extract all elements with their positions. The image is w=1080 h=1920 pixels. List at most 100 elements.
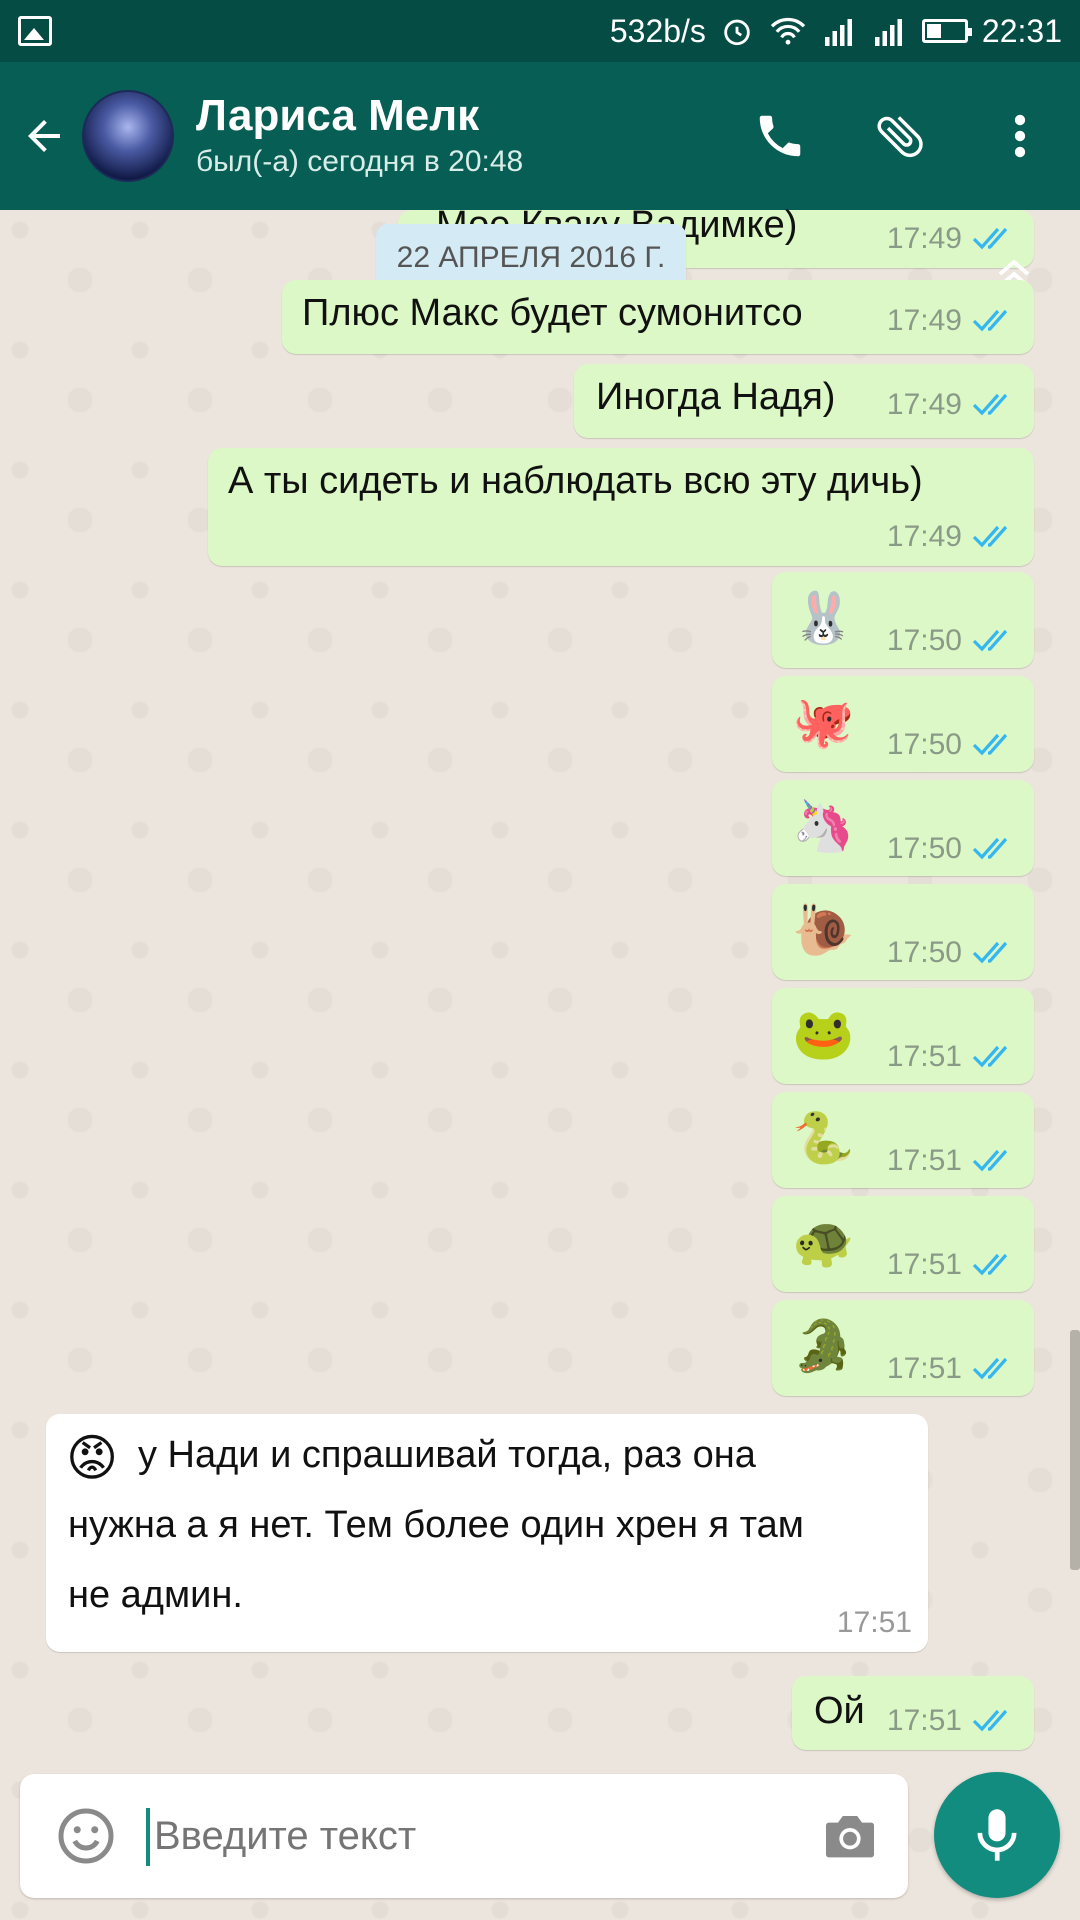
more-vert-icon — [1014, 114, 1026, 158]
camera-icon[interactable] — [818, 1804, 882, 1868]
message-bubble-emoji[interactable]: 🐌 17:50 — [772, 884, 1034, 980]
more-options-button[interactable] — [960, 86, 1080, 186]
read-ticks-icon — [972, 525, 1008, 548]
message-meta: 17:49 — [887, 388, 1016, 422]
snail-emoji: 🐌 — [792, 902, 855, 958]
back-button[interactable] — [6, 86, 82, 186]
message-bubble-emoji[interactable]: 🐙 17:50 — [772, 676, 1034, 772]
message-bubble-incoming[interactable]: 😡 у Нади и спрашивай тогда, раз она нужн… — [46, 1414, 928, 1652]
angry-face-emoji: 😡 — [66, 1430, 119, 1486]
battery-icon — [921, 19, 972, 43]
wifi-icon — [770, 17, 806, 45]
message-meta: 17:51 — [887, 1352, 1016, 1386]
chat-scrollbar[interactable] — [1070, 1330, 1080, 1570]
unicorn-emoji: 🦄 — [792, 798, 855, 854]
message-time: 17:51 — [836, 1606, 912, 1639]
message-bubble[interactable]: Иногда Надя) 17:49 — [574, 364, 1034, 438]
paperclip-icon — [877, 116, 923, 158]
message-meta: 17:51 — [887, 1248, 1016, 1282]
message-text-line: нужна а я нет. Тем более один хрен я там — [68, 1504, 804, 1546]
message-input[interactable] — [154, 1804, 794, 1868]
message-bubble-emoji[interactable]: 🐢 17:51 — [772, 1196, 1034, 1292]
read-ticks-icon — [972, 227, 1008, 250]
contact-name: Лариса Мелк — [196, 91, 480, 140]
message-meta: 17:50 — [887, 936, 1016, 970]
message-meta: 17:51 — [887, 1040, 1016, 1074]
gallery-icon — [18, 16, 52, 46]
message-bubble-emoji[interactable]: 🐸 17:51 — [772, 988, 1034, 1084]
read-ticks-icon — [972, 1149, 1008, 1172]
message-time: 17:51 — [886, 1248, 962, 1281]
emoji-icon[interactable] — [56, 1806, 116, 1866]
mic-icon — [977, 1809, 1017, 1861]
text-cursor — [146, 1808, 150, 1866]
message-time: 17:50 — [886, 936, 962, 969]
message-bubble-emoji[interactable]: 🐰 17:50 — [772, 572, 1034, 668]
message-meta: 17:51 — [887, 1144, 1016, 1178]
chat-header: Лариса Мелк был(-а) сегодня в 20:48 — [0, 62, 1080, 210]
bunny-emoji: 🐰 — [792, 590, 855, 646]
message-bubble[interactable]: Плюс Макс будет сумонитсо 17:49 — [282, 280, 1034, 354]
read-ticks-icon — [972, 309, 1008, 332]
snake-emoji: 🐍 — [792, 1110, 855, 1166]
read-ticks-icon — [972, 941, 1008, 964]
message-meta: 17:50 — [887, 728, 1016, 762]
message-text: Ой — [814, 1690, 865, 1732]
read-ticks-icon — [972, 837, 1008, 860]
message-time: 17:49 — [886, 222, 962, 255]
message-time: 17:51 — [886, 1704, 962, 1737]
header-actions — [720, 86, 1080, 186]
message-meta: 17:49 — [887, 304, 1016, 338]
message-time: 17:51 — [886, 1144, 962, 1177]
message-text-line: не админ. — [68, 1574, 243, 1616]
contact-info[interactable]: Лариса Мелк был(-а) сегодня в 20:48 — [196, 90, 523, 182]
signal-icon — [874, 19, 902, 46]
message-bubble[interactable]: А ты сидеть и наблюдать всю эту дичь) 17… — [208, 448, 1034, 566]
network-speed: 532b/s — [609, 12, 706, 49]
message-time: 17:50 — [886, 832, 962, 865]
message-time: 17:51 — [886, 1352, 962, 1385]
message-bubble-emoji[interactable]: 🐍 17:51 — [772, 1092, 1034, 1188]
status-bar: 532b/s 22:31 — [0, 0, 1080, 62]
message-bubble-emoji[interactable]: 🦄 17:50 — [772, 780, 1034, 876]
status-right: 532b/s 22:31 — [610, 13, 1062, 50]
attach-button[interactable] — [840, 86, 960, 186]
message-meta: 17:51 — [837, 1606, 912, 1640]
call-button[interactable] — [720, 86, 840, 186]
message-time: 17:49 — [886, 388, 962, 421]
phone-icon — [759, 115, 801, 157]
signal-icon — [824, 19, 852, 46]
message-time: 17:49 — [886, 520, 962, 553]
crocodile-emoji: 🐊 — [792, 1318, 855, 1374]
message-text: Иногда Надя) — [596, 376, 836, 418]
last-seen: был(-а) сегодня в 20:48 — [196, 145, 524, 178]
message-meta: 17:51 — [887, 1704, 1016, 1738]
message-time: 17:51 — [886, 1040, 962, 1073]
message-time: 17:50 — [886, 728, 962, 761]
frog-emoji: 🐸 — [792, 1006, 855, 1062]
turtle-emoji: 🐢 — [792, 1214, 855, 1270]
alarm-icon — [724, 19, 750, 46]
message-text: Плюс Макс будет сумонитсо — [302, 292, 803, 334]
message-text: А ты сидеть и наблюдать всю эту дичь) — [228, 460, 923, 502]
read-ticks-icon — [972, 1357, 1008, 1380]
read-ticks-icon — [972, 629, 1008, 652]
message-meta: 17:49 — [887, 520, 1016, 554]
message-bubble-emoji[interactable]: 🐊 17:51 — [772, 1300, 1034, 1396]
octopus-emoji: 🐙 — [792, 694, 855, 750]
message-meta: 17:50 — [887, 624, 1016, 658]
read-ticks-icon — [972, 733, 1008, 756]
message-composer — [20, 1774, 908, 1898]
back-arrow-icon — [28, 120, 60, 152]
contact-avatar[interactable] — [82, 90, 174, 182]
message-meta: 17:50 — [887, 832, 1016, 866]
message-bubble[interactable]: Ой 17:51 — [792, 1676, 1034, 1750]
clock: 22:31 — [981, 12, 1062, 49]
read-ticks-icon — [972, 1253, 1008, 1276]
voice-message-button[interactable] — [934, 1772, 1060, 1898]
message-text-line: у Нади и спрашивай тогда, раз она — [138, 1434, 756, 1476]
read-ticks-icon — [972, 1045, 1008, 1068]
read-ticks-icon — [972, 1709, 1008, 1732]
read-ticks-icon — [972, 393, 1008, 416]
message-time: 17:49 — [886, 304, 962, 337]
